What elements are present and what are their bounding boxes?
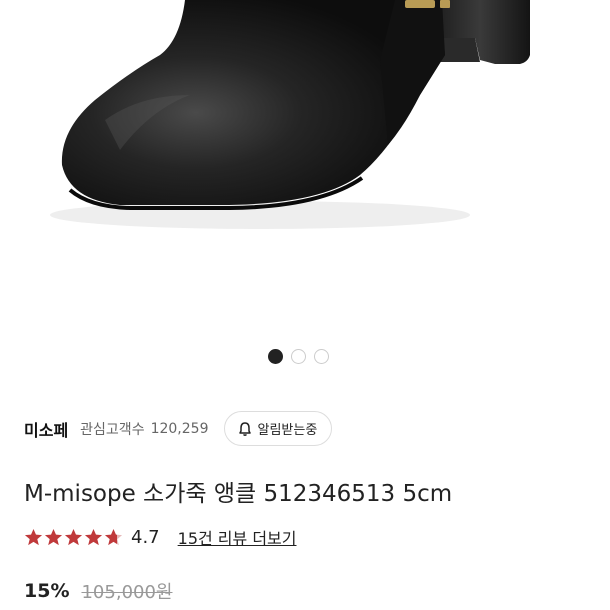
ankle-boot-photo: [50, 0, 530, 229]
product-image[interactable]: [0, 0, 610, 340]
seller-name[interactable]: 미소페: [24, 417, 68, 441]
star-rating: [24, 528, 123, 547]
image-carousel-pager[interactable]: [268, 349, 329, 364]
original-price: 105,000원: [81, 582, 173, 603]
review-link[interactable]: 15건 리뷰 더보기: [178, 525, 297, 549]
seller-row: 미소페 관심고객수 120,259 알림받는중: [24, 411, 333, 446]
discount-rate: 15%: [24, 580, 70, 602]
notification-button[interactable]: 알림받는중: [224, 411, 333, 446]
rating-value: 4.7: [131, 526, 160, 548]
star-icon: [24, 528, 43, 545]
followers-label: 관심고객수: [80, 421, 145, 438]
bell-icon: [239, 421, 252, 436]
star-icon: [64, 528, 83, 545]
carousel-dot[interactable]: [291, 349, 306, 364]
price-row: 15% 105,000원: [24, 578, 172, 604]
star-half-icon: [104, 528, 123, 545]
followers-count: 120,259: [150, 420, 209, 437]
carousel-dot[interactable]: [314, 349, 329, 364]
carousel-dot-active[interactable]: [268, 349, 283, 364]
product-title: M-misope 소가죽 앵클 512346513 5cm: [24, 481, 453, 507]
star-icon: [84, 528, 103, 545]
notification-label: 알림받는중: [257, 423, 318, 438]
star-icon: [44, 528, 63, 545]
rating-row: 4.7 15건 리뷰 더보기: [24, 525, 297, 549]
